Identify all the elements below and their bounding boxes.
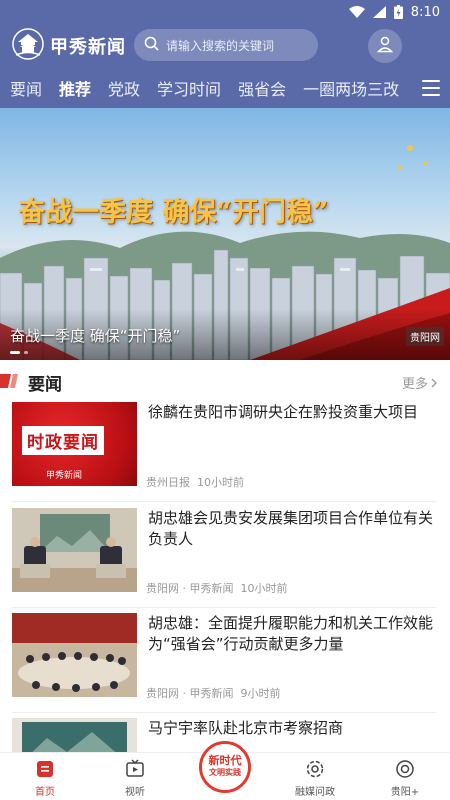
signal-icon [372,6,386,18]
search-placeholder: 请输入搜索的关键词 [166,38,275,53]
divider [12,712,436,713]
section-header: 要闻 更多 [0,360,450,402]
tv-icon [126,759,144,777]
home-icon [37,761,53,777]
news-item[interactable]: 胡忠雄：全面提升履职能力和机关工作效能 为“强省会”行动贡献更多力量 贵阳网 ·… [0,609,450,713]
carousel-dot-active [10,351,20,354]
search-bar[interactable]: 请输入搜索的关键词 [134,29,318,61]
tab-xuexi-shijian[interactable]: 学习时间 [157,76,221,100]
news-title: 马宁宇率队赴北京市考察招商 [148,719,344,737]
badge-line2: 文明实践 [209,768,241,777]
channel-tabs: 要闻 推荐 党政 学习时间 强省会 一圈两场三改 [0,68,450,108]
news-time: 9小时前 [240,687,281,700]
nav-home-label: 首页 [35,787,55,798]
app-name: 甲秀新闻 [50,37,126,58]
news-title: 胡忠雄会见贵安发展集团项目合作单位有关负责人 [148,509,434,548]
news-source: 贵阳网 · 甲秀新闻 [146,687,234,700]
news-source: 贵阳网 · 甲秀新闻 [146,582,234,595]
news-thumbnail: 时政要闻 甲秀新闻 [12,402,137,486]
temple-logo-icon [12,28,44,64]
tab-qiangshenghui[interactable]: 强省会 [238,76,286,100]
section-marker-icon [0,374,18,388]
news-source: 贵州日报 [146,476,190,489]
status-bar: 8:10 [0,0,450,24]
news-item[interactable]: 时政要闻 甲秀新闻 徐麟在贵阳市调研央企在黔投资重大项目 贵州日报 10小时前 [0,398,450,502]
menu-icon[interactable] [422,80,440,96]
news-thumbnail [12,718,137,752]
tab-tuijian[interactable]: 推荐 [59,76,91,100]
search-icon [144,36,159,55]
nav-video[interactable]: 视听 [90,753,180,800]
bottom-navigation: 首页 视听 新时代 文明实践 融媒问政 贵阳+ [0,741,450,800]
carousel-dot [24,351,28,354]
banner-caption: 奋战一季度 确保“开门稳” [10,327,181,345]
tab-yiquan-liangchang-sangai[interactable]: 一圈两场三改 [303,76,399,100]
news-meta: 贵州日报 10小时前 [146,474,244,490]
badge-line1: 新时代 [208,754,242,767]
news-time: 10小时前 [240,582,288,595]
thumb-logo: 甲秀新闻 [46,471,83,481]
divider [12,501,436,502]
section-title: 要闻 [28,375,62,395]
more-label: 更多 [401,377,428,392]
news-thumbnail [12,508,137,592]
more-link[interactable]: 更多 [402,373,438,392]
news-meta: 贵阳网 · 甲秀新闻 9小时前 [146,685,281,701]
user-profile-button[interactable] [368,29,402,63]
status-time: 8:10 [410,4,440,20]
wifi-icon [348,6,365,18]
banner-cityscape-image [0,145,450,360]
civilization-practice-badge[interactable]: 新时代 文明实践 [199,741,251,793]
news-title: 徐麟在贵阳市调研央企在黔投资重大项目 [148,403,419,421]
news-time: 10小时前 [197,476,244,489]
tab-dangzheng[interactable]: 党政 [108,76,140,100]
news-title: 胡忠雄：全面提升履职能力和机关工作效能 为“强省会”行动贡献更多力量 [148,614,434,653]
battery-icon [393,5,403,19]
nav-inquiry[interactable]: 融媒问政 [270,753,360,800]
news-meta: 贵阳网 · 甲秀新闻 10小时前 [146,580,288,596]
nav-guiyang-plus[interactable]: 贵阳+ [360,753,450,800]
nav-home[interactable]: 首页 [0,753,90,800]
app-logo[interactable]: 甲秀新闻 [12,28,126,64]
nav-inquiry-label: 融媒问政 [295,787,335,798]
banner-carousel[interactable]: 奋战一季度 确保“开门稳” 贵阳网 奋战一季度 确保“开门稳” [0,108,450,360]
nav-video-label: 视听 [125,787,145,798]
app-header: 甲秀新闻 请输入搜索的关键词 [0,24,450,68]
chevron-right-icon [431,378,437,387]
nav-guiyang-plus-label: 贵阳+ [390,787,420,798]
carousel-indicator [10,351,28,354]
thumb-label: 时政要闻 [22,426,104,455]
tab-yaowen[interactable]: 要闻 [10,76,42,100]
news-item[interactable]: 胡忠雄会见贵安发展集团项目合作单位有关负责人 贵阳网 · 甲秀新闻 10小时前 [0,504,450,608]
banner-corner-logo: 贵阳网 [406,327,444,346]
gear-icon [306,760,324,778]
divider [12,607,436,608]
user-icon [376,35,394,57]
banner-headline: 奋战一季度 确保“开门稳” [18,197,329,228]
news-thumbnail [12,613,137,697]
target-icon [396,760,414,778]
